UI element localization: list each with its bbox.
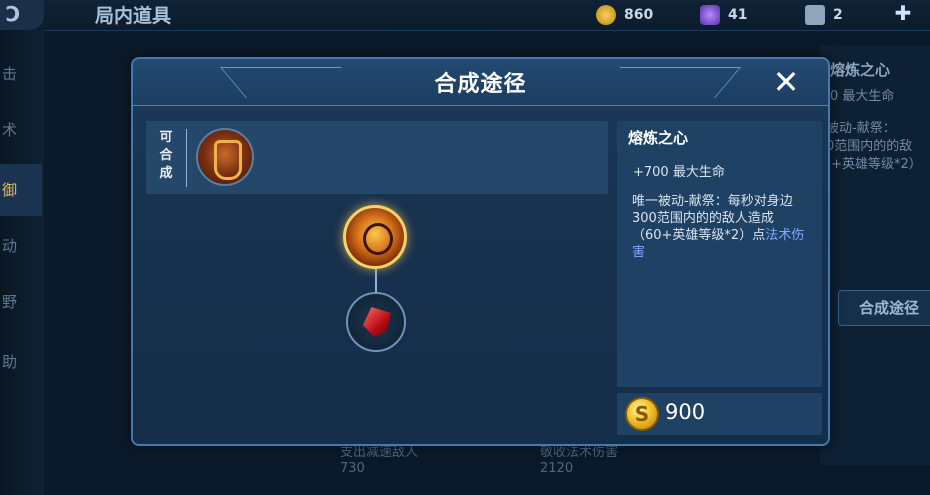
tab-defense[interactable]: 御 (0, 164, 42, 216)
background-item-detail: 熔炼之心 0 最大生命 被动-献祭： 0范围内的的敌 )+英雄等级*2） (820, 45, 930, 465)
gold-resource: 860 (596, 4, 653, 26)
tab-support[interactable]: 助 (0, 342, 42, 382)
background-craft-path-button[interactable]: 合成途径 (838, 290, 930, 326)
background-item-desc: 被动-献祭： 0范围内的的敌 )+英雄等级*2） (826, 121, 922, 172)
dialog-header: 合成途径 ✕ (133, 59, 828, 106)
gold-value: 860 (624, 7, 654, 23)
gem-resource: 41 (700, 4, 747, 26)
gem-value: 41 (728, 7, 748, 23)
tab-move[interactable]: 动 (0, 226, 42, 266)
gold-coin-icon: S (625, 397, 659, 431)
dialog-title: 合成途径 (434, 72, 527, 97)
ticket-icon (805, 5, 825, 25)
background-item-name: 熔炼之心 (830, 61, 891, 79)
tab-attack[interactable]: 击 (0, 54, 42, 94)
item-stat: +700 最大生命 (633, 165, 725, 180)
background-item-stat: 0 最大生命 (830, 89, 895, 104)
selected-item-icon[interactable] (343, 205, 407, 269)
craft-path-dialog: 合成途径 ✕ 可 合 成 熔炼之心 +700 最大生命 唯一被动-献祭：每秒对身… (131, 57, 830, 446)
craftable-into-row: 可 合 成 (146, 121, 608, 194)
gem-icon (700, 5, 720, 25)
item-detail-panel: 熔炼之心 +700 最大生命 唯一被动-献祭：每秒对身边300范围内的的敌人造成… (617, 121, 822, 387)
tab-magic[interactable]: 术 (0, 110, 42, 150)
page-title: 局内道具 (95, 5, 172, 27)
tab-jungle[interactable]: 野 (0, 282, 42, 322)
background-item-2: 敬收法术伤害 2120 (540, 445, 619, 476)
item-description: 唯一被动-献祭：每秒对身边300范围内的的敌人造成（60+英雄等级*2）点法术伤… (632, 193, 817, 261)
ticket-resource: 2 (805, 4, 843, 26)
add-resource-button[interactable]: ✚ (892, 2, 914, 24)
price-box: S 900 (617, 393, 822, 435)
background-item-1: 支出减速敌人 730 (340, 445, 419, 476)
gold-coin-icon (596, 5, 616, 25)
item-price: 900 (665, 400, 706, 424)
ticket-value: 2 (833, 7, 843, 23)
back-button[interactable]: Ͻ (0, 0, 44, 30)
craftable-label: 可 合 成 (146, 129, 187, 187)
category-sidebar: 击 术 御 动 野 助 (0, 30, 44, 495)
back-arrow-icon: Ͻ (6, 2, 20, 26)
item-name: 熔炼之心 (628, 129, 689, 147)
craftable-item-icon[interactable] (196, 128, 254, 186)
red-gem-icon (363, 307, 391, 337)
close-icon[interactable]: ✕ (769, 65, 803, 99)
component-item-icon[interactable] (346, 292, 406, 352)
